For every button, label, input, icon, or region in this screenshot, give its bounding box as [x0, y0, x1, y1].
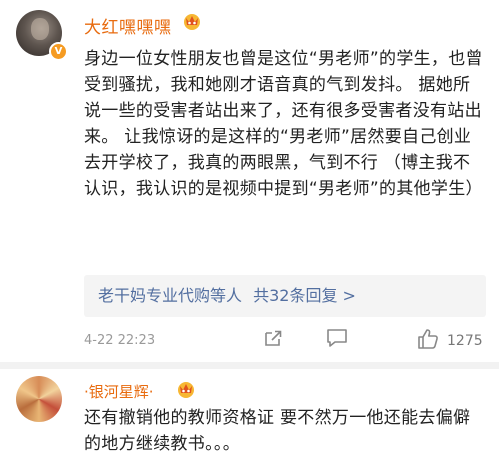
- member-crown-icon: [184, 14, 200, 30]
- divider: [0, 362, 499, 369]
- verified-badge: V: [49, 42, 68, 61]
- replies-preview[interactable]: 老干妈专业代购等人 共32条回复 >: [84, 275, 486, 317]
- comment-icon[interactable]: [325, 327, 349, 349]
- share-icon[interactable]: [262, 327, 284, 349]
- username[interactable]: ·银河星辉·: [84, 381, 154, 402]
- avatar[interactable]: [16, 376, 62, 422]
- comment-text: 身边一位女性朋友也曾是这位“男老师”的学生，也曾受到骚扰，我和她刚才语音真的气到…: [84, 49, 483, 199]
- timestamp: 4-22 22:23: [84, 333, 156, 348]
- like-icon[interactable]: [416, 327, 440, 351]
- member-crown-icon: [178, 382, 194, 398]
- like-count: 1275: [447, 333, 483, 349]
- replies-users[interactable]: 老干妈专业代购等人: [98, 286, 242, 305]
- replies-count[interactable]: 共32条回复 >: [253, 286, 356, 305]
- username[interactable]: 大红嘿嘿嘿: [84, 13, 172, 38]
- comment-text: 还有撤销他的教师资格证 要不然万一他还能去偏僻的地方继续教书。。。: [84, 408, 471, 454]
